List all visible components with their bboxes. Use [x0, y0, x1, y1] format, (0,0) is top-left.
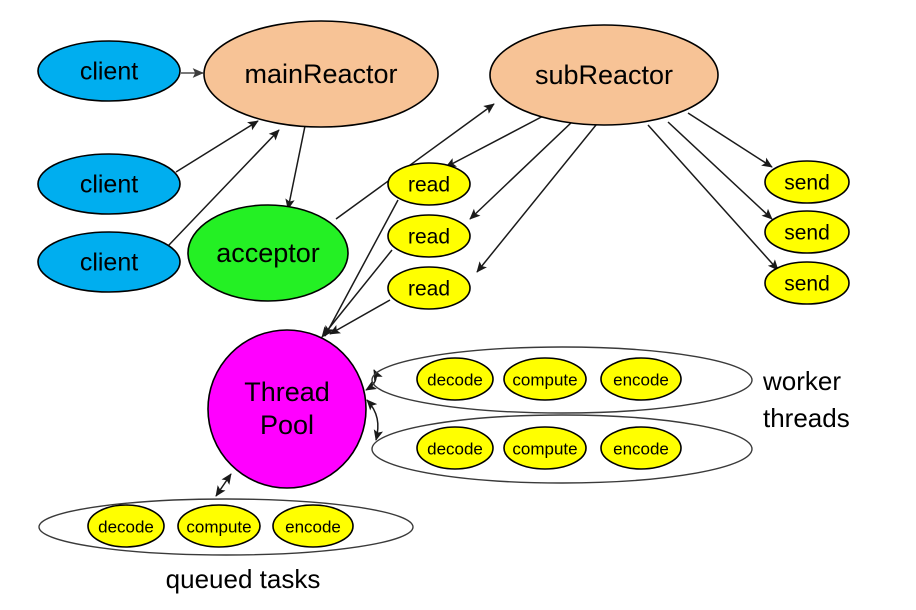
sub-reactor-ellipse[interactable] — [489, 24, 719, 126]
node-thread-pool[interactable]: Thread Pool — [207, 329, 367, 489]
edge-subreactor-send3 — [647, 124, 779, 271]
node-read-2[interactable]: read — [387, 214, 471, 258]
node-client-1[interactable]: client — [37, 40, 181, 102]
task-ellipse[interactable] — [177, 504, 261, 548]
node-read-3[interactable]: read — [387, 266, 471, 310]
node-main-reactor[interactable]: mainReactor — [203, 20, 439, 128]
node-task-decode[interactable]: decode — [416, 426, 494, 470]
edge-subreactor-read2 — [469, 120, 574, 220]
send-ellipse[interactable] — [764, 261, 850, 305]
node-task-decode[interactable]: decode — [416, 357, 494, 401]
task-ellipse[interactable] — [503, 426, 587, 470]
edge-threadpool-worker2 — [366, 399, 384, 441]
acceptor-ellipse[interactable] — [187, 204, 349, 302]
task-ellipse[interactable] — [600, 426, 682, 470]
worker-thread-row-1: decode compute encode — [416, 357, 682, 401]
node-task-decode[interactable]: decode — [87, 504, 165, 548]
edge-subreactor-send1 — [687, 112, 773, 168]
node-task-compute[interactable]: compute — [503, 426, 587, 470]
node-send-3[interactable]: send — [764, 261, 850, 305]
task-ellipse[interactable] — [272, 504, 354, 548]
reads-group: read read read — [387, 162, 471, 310]
edge-subreactor-read3 — [476, 124, 597, 273]
task-ellipse[interactable] — [503, 357, 587, 401]
read-ellipse[interactable] — [387, 162, 471, 206]
queued-tasks-group: decode compute encode — [87, 504, 354, 548]
send-ellipse[interactable] — [764, 210, 850, 254]
queued-tasks-caption: queued tasks — [166, 564, 321, 594]
main-reactor-ellipse[interactable] — [203, 20, 439, 128]
task-ellipse[interactable] — [416, 357, 494, 401]
node-client-3[interactable]: client — [37, 231, 181, 293]
node-client-2[interactable]: client — [37, 153, 181, 215]
node-task-compute[interactable]: compute — [503, 357, 587, 401]
clients-group: client client client — [37, 40, 181, 293]
edge-threadpool-worker1 — [365, 369, 383, 391]
node-task-encode[interactable]: encode — [272, 504, 354, 548]
read-ellipse[interactable] — [387, 266, 471, 310]
reactors-group: mainReactor subReactor — [203, 20, 719, 128]
node-task-compute[interactable]: compute — [177, 504, 261, 548]
task-ellipse[interactable] — [87, 504, 165, 548]
sends-group: send send send — [764, 160, 850, 305]
node-task-encode[interactable]: encode — [600, 357, 682, 401]
node-send-1[interactable]: send — [764, 160, 850, 204]
task-ellipse[interactable] — [600, 357, 682, 401]
reactor-diagram: client client client mainReactor subReac… — [0, 0, 916, 610]
worker-thread-row-2: decode compute encode — [416, 426, 682, 470]
worker-threads-caption-line2: threads — [763, 403, 850, 433]
client-ellipse[interactable] — [37, 40, 181, 102]
node-acceptor[interactable]: acceptor — [187, 204, 349, 302]
send-ellipse[interactable] — [764, 160, 850, 204]
node-sub-reactor[interactable]: subReactor — [489, 24, 719, 126]
node-send-2[interactable]: send — [764, 210, 850, 254]
node-read-1[interactable]: read — [387, 162, 471, 206]
diagram-canvas: client client client mainReactor subReac… — [37, 20, 850, 594]
client-ellipse[interactable] — [37, 153, 181, 215]
edge-threadpool-queuedtasks — [215, 473, 232, 497]
task-ellipse[interactable] — [416, 426, 494, 470]
edge-mainreactor-acceptor — [285, 125, 306, 210]
client-ellipse[interactable] — [37, 231, 181, 293]
worker-threads-caption-line1: worker — [762, 366, 841, 396]
read-ellipse[interactable] — [387, 214, 471, 258]
thread-pool-circle[interactable] — [207, 329, 367, 489]
node-task-encode[interactable]: encode — [600, 426, 682, 470]
